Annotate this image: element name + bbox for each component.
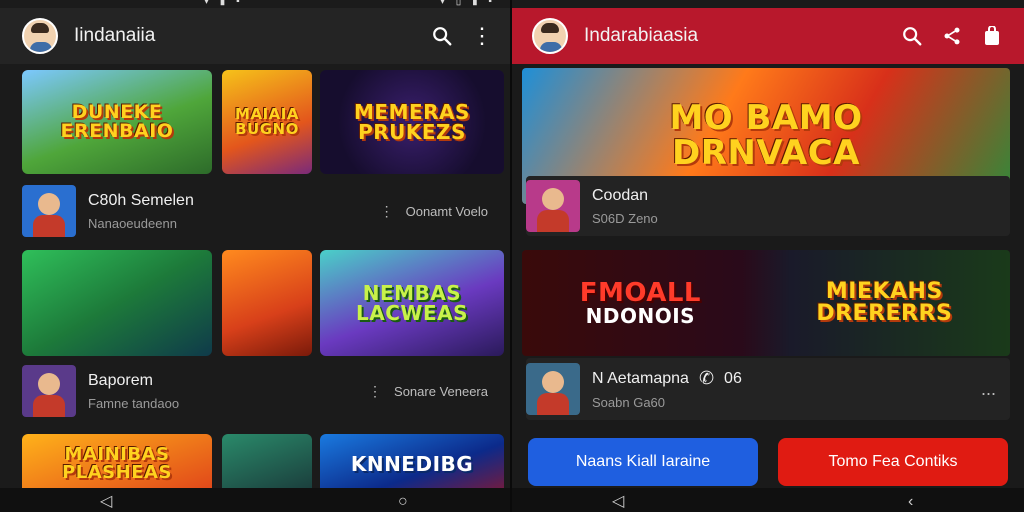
game-tile[interactable] [22, 250, 212, 356]
game-tile[interactable]: KNNEDIBG [320, 434, 504, 494]
item-subtitle: Nanaoeudeenn [88, 215, 177, 231]
bag-icon[interactable] [972, 16, 1012, 56]
item-meta: 06 [724, 369, 742, 387]
share-icon[interactable] [932, 16, 972, 56]
game-feed: DUNEKE ERENBAIO MAIAIA BUGNO MEMERAS PRU… [0, 64, 510, 494]
list-item[interactable]: C80h Semelen Nanaoeudeenn ⋮ Oonamt Voelo [22, 182, 488, 240]
left-screen: ▾ ▮ ▪ ▾ ▯ ▮ ▪ Iindanaiia ⋮ DUNEKE ERENBA… [0, 0, 510, 512]
search-icon[interactable] [422, 16, 462, 56]
home-icon[interactable]: ○ [398, 494, 408, 510]
hero-title-line2: DRNVACA [672, 133, 860, 173]
game-tile[interactable]: MEMERAS PRUKEZS [320, 70, 504, 174]
primary-button[interactable]: Naans Kiall Iaraine [528, 438, 758, 486]
back-icon[interactable]: ◁ [100, 494, 112, 510]
game-tile[interactable] [222, 250, 312, 356]
game-tile[interactable]: DUNEKE ERENBAIO [22, 70, 212, 174]
more-vert-icon[interactable]: ⋮ [380, 203, 394, 220]
tile-title: NEMBAS LACWEAS [355, 280, 468, 325]
item-subtitle: Famne tandaoo [88, 395, 180, 411]
tile-title: MAIAIA BUGNO [235, 104, 299, 138]
game-tile[interactable] [222, 434, 312, 494]
promo-title-left: FMOALL [579, 277, 701, 308]
more-horiz-icon[interactable]: ... [981, 379, 996, 400]
promo-subtitle-right: DRERERRS [816, 301, 953, 326]
item-title: Coodan [592, 186, 649, 204]
avatar[interactable] [22, 18, 58, 54]
hero-title-line1: MO BAMO [669, 98, 863, 139]
avatar[interactable] [532, 18, 568, 54]
promo-subtitle-left: NDONOIS [585, 304, 696, 329]
more-vert-icon[interactable]: ⋮ [462, 16, 502, 56]
item-title: N Aetamapna [592, 369, 689, 387]
game-thumbnail [526, 180, 580, 232]
game-tile[interactable]: NEMBAS LACWEAS [320, 250, 504, 356]
list-item[interactable]: N Aetamapna ✆ 06 Soabn Ga60 ... [526, 358, 1010, 420]
game-thumbnail [22, 365, 76, 417]
game-tile[interactable]: MAINIBAS PLASHEAS [22, 434, 212, 494]
tile-title: MAINIBAS PLASHEAS [62, 443, 172, 483]
app-bar: Iindanaiia ⋮ [0, 8, 510, 64]
item-subtitle: S06D Zeno [592, 210, 658, 226]
phone-icon[interactable]: ✆ [699, 368, 714, 389]
game-feed: MO BAMO DRNVACA Coodan S06D Zeno FMOALL … [512, 64, 1024, 488]
game-thumbnail [22, 185, 76, 237]
status-bar: ▾ ▮ ▪ ▾ ▯ ▮ ▪ [0, 0, 510, 8]
game-thumbnail [526, 363, 580, 415]
game-tile[interactable]: MAIAIA BUGNO [222, 70, 312, 174]
status-icons: ▾ ▮ ▪ [204, 0, 244, 7]
item-subtitle: Soabn Ga60 [592, 395, 666, 410]
app-title: Indarabiaasia [584, 25, 699, 46]
app-title: Iindanaiia [74, 25, 156, 46]
item-meta: Oonamt Voelo [405, 203, 488, 219]
item-meta: Sonare Veneera [394, 383, 488, 399]
status-icons-right: ▾ ▯ ▮ ▪ [440, 0, 496, 7]
system-nav-bar: ◁ ‹ [512, 488, 1024, 512]
list-item[interactable]: Baporem Famne tandaoo ⋮ Sonare Veneera [22, 362, 488, 420]
item-title: C80h Semelen [88, 191, 194, 209]
tile-title: KNNEDIBG [350, 451, 474, 476]
tile-title: DUNEKE ERENBAIO [60, 100, 174, 142]
item-title: Baporem [88, 371, 153, 389]
list-item[interactable]: Coodan S06D Zeno [526, 176, 1010, 236]
promo-title-right: MIEKAHS [825, 278, 943, 304]
system-nav-bar: ◁ ○ [0, 488, 510, 512]
secondary-button[interactable]: Tomo Fea Contiks [778, 438, 1008, 486]
tile-title: MEMERAS PRUKEZS [354, 99, 470, 144]
app-bar: Indarabiaasia [512, 8, 1024, 64]
right-screen: Indarabiaasia MO BAMO DRNVACA Coodan S06… [512, 0, 1024, 512]
back-icon[interactable]: ◁ [612, 494, 624, 510]
more-vert-icon[interactable]: ⋮ [368, 383, 382, 400]
recent-icon[interactable]: ‹ [908, 494, 913, 510]
search-icon[interactable] [892, 16, 932, 56]
promo-banner[interactable]: FMOALL NDONOIS MIEKAHS DRERERRS [522, 250, 1010, 356]
